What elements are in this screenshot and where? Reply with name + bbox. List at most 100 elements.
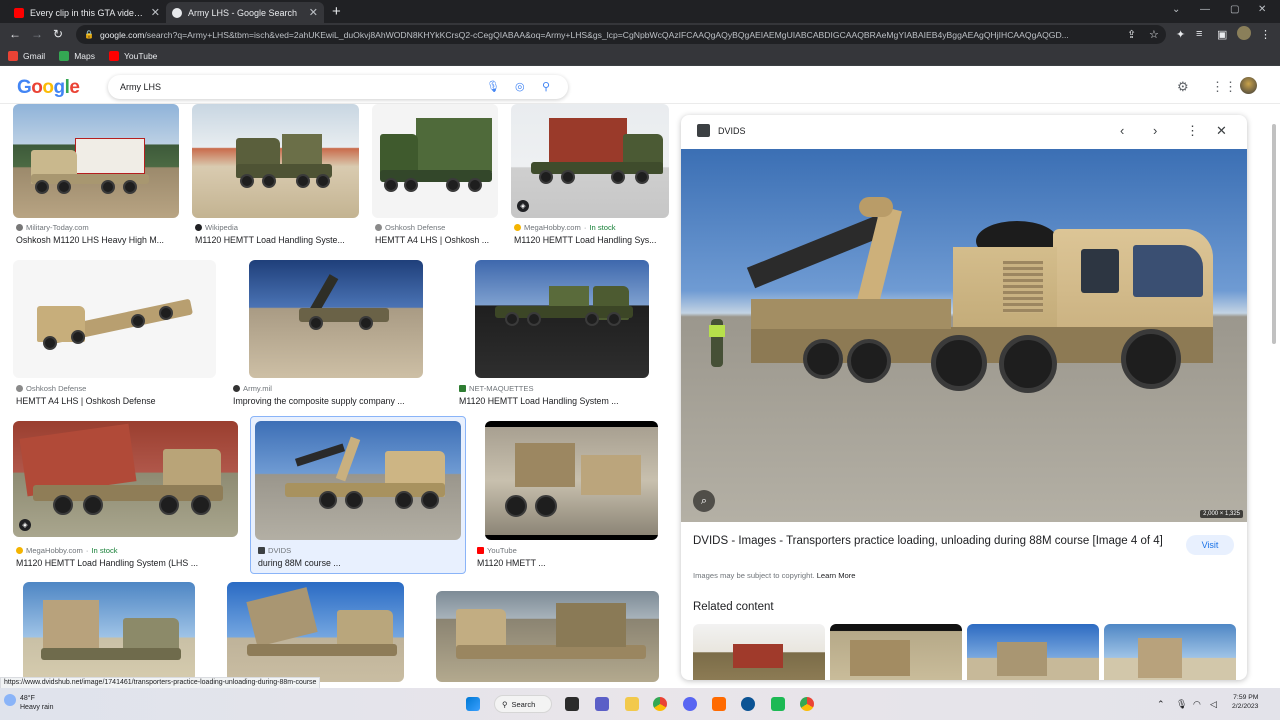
file-explorer-icon[interactable] bbox=[625, 697, 639, 711]
microphone-icon[interactable]: 🎙 bbox=[486, 80, 500, 93]
tray-chevron-icon[interactable]: ⌃ bbox=[1157, 699, 1165, 710]
humvee-shape bbox=[549, 286, 589, 308]
app-icon[interactable] bbox=[741, 697, 755, 711]
result-title[interactable]: M1120 HEMTT Load Handling Syste... bbox=[195, 235, 360, 245]
menu-kebab-icon[interactable]: ⋮ bbox=[1260, 28, 1271, 41]
discord-icon[interactable] bbox=[683, 697, 697, 711]
scrollbar-thumb[interactable] bbox=[1272, 124, 1276, 344]
visit-button[interactable]: Visit bbox=[1186, 535, 1234, 555]
taskbar-search-button[interactable]: ⚲ Search bbox=[494, 695, 552, 713]
result-source[interactable]: Oshkosh Defense bbox=[16, 384, 86, 393]
result-image[interactable]: ◈ bbox=[13, 421, 238, 537]
google-logo[interactable]: Google bbox=[17, 77, 80, 99]
wheel-shape bbox=[159, 306, 173, 320]
result-source[interactable]: Wikipedia bbox=[195, 223, 238, 232]
windows-start-icon[interactable] bbox=[466, 697, 480, 711]
teams-chat-icon[interactable] bbox=[595, 697, 609, 711]
close-tab-icon[interactable]: ✕ bbox=[309, 6, 318, 19]
profile-avatar[interactable] bbox=[1237, 26, 1251, 40]
result-source[interactable]: YouTube bbox=[477, 546, 517, 555]
result-title[interactable]: HEMTT A4 LHS | Oshkosh ... bbox=[375, 235, 501, 245]
result-title[interactable]: HEMTT A4 LHS | Oshkosh Defense bbox=[16, 396, 216, 406]
bookmark-youtube[interactable]: YouTube bbox=[109, 50, 158, 61]
related-image[interactable] bbox=[1104, 624, 1236, 680]
brave-icon[interactable] bbox=[712, 697, 726, 711]
back-icon[interactable]: ← bbox=[9, 27, 21, 41]
address-bar[interactable]: 🔒 google.com/search?q=Army+LHS&tbm=isch&… bbox=[76, 25, 1166, 44]
close-panel-icon[interactable]: ✕ bbox=[1216, 123, 1227, 139]
page-scrollbar[interactable] bbox=[1270, 104, 1278, 688]
related-image[interactable] bbox=[967, 624, 1099, 680]
reload-icon[interactable]: ↻ bbox=[53, 27, 63, 41]
result-source[interactable]: Oshkosh Defense bbox=[375, 223, 445, 232]
result-title[interactable]: M1120 HEMTT Load Handling Sys... bbox=[514, 235, 666, 245]
result-image[interactable] bbox=[436, 591, 659, 682]
task-view-icon[interactable] bbox=[565, 697, 579, 711]
result-source[interactable]: Army.mil bbox=[233, 384, 272, 393]
volume-icon[interactable]: ◁ bbox=[1210, 699, 1217, 710]
new-tab-icon[interactable]: + bbox=[332, 3, 341, 20]
account-avatar[interactable] bbox=[1240, 77, 1257, 94]
panel-source[interactable]: DVIDS bbox=[697, 124, 746, 137]
related-image[interactable] bbox=[693, 624, 825, 680]
camera-lens-icon[interactable]: ◎ bbox=[515, 80, 525, 93]
media-icon[interactable]: ≡ bbox=[1196, 28, 1202, 40]
forward-icon[interactable]: → bbox=[31, 27, 43, 41]
chevron-down-icon[interactable]: ⌄ bbox=[1172, 4, 1180, 15]
bookmark-gmail[interactable]: Gmail bbox=[8, 50, 45, 61]
result-title[interactable]: Improving the composite supply company .… bbox=[233, 396, 428, 406]
chrome-icon[interactable] bbox=[653, 697, 667, 711]
tab-google-search[interactable]: Army LHS - Google Search ✕ bbox=[166, 2, 324, 23]
search-icon[interactable]: ⚲ bbox=[542, 80, 550, 93]
tab-youtube[interactable]: Every clip in this GTA video is hi ✕ bbox=[8, 2, 166, 23]
result-image[interactable] bbox=[23, 582, 195, 682]
result-image[interactable] bbox=[372, 104, 498, 218]
wifi-icon[interactable]: ◠ bbox=[1193, 699, 1201, 710]
preview-image[interactable]: ⌕ 2,000 × 1,325 bbox=[681, 149, 1247, 522]
tray-mic-icon[interactable]: 🎙 bbox=[1176, 699, 1187, 710]
learn-more-link[interactable]: Learn More bbox=[817, 571, 856, 580]
maximize-icon[interactable]: ▢ bbox=[1230, 4, 1239, 15]
lens-search-icon[interactable]: ⌕ bbox=[693, 490, 715, 512]
related-image[interactable] bbox=[830, 624, 962, 680]
result-source[interactable]: MegaHobby.com · In stock bbox=[514, 223, 616, 232]
share-icon[interactable]: ⇪ bbox=[1127, 28, 1136, 41]
result-image[interactable] bbox=[249, 260, 423, 378]
minimize-icon[interactable]: — bbox=[1200, 4, 1210, 15]
rain-cloud-icon[interactable] bbox=[4, 694, 16, 706]
result-image[interactable]: ◈ bbox=[511, 104, 669, 218]
result-title[interactable]: M1120 HEMTT Load Handling System ... bbox=[459, 396, 654, 406]
result-image[interactable] bbox=[13, 104, 179, 218]
result-title[interactable]: M1120 HMETT ... bbox=[477, 558, 657, 568]
result-title[interactable]: during 88M course ... bbox=[258, 558, 458, 568]
weather-widget[interactable]: 48°F Heavy rain bbox=[20, 694, 53, 712]
active-app-icon[interactable] bbox=[771, 697, 785, 711]
result-image[interactable] bbox=[255, 421, 461, 540]
side-panel-icon[interactable]: ▣ bbox=[1217, 28, 1227, 41]
result-image[interactable] bbox=[192, 104, 359, 218]
bookmark-label: YouTube bbox=[124, 50, 158, 61]
close-tab-icon[interactable]: ✕ bbox=[151, 6, 160, 19]
bookmark-star-icon[interactable]: ☆ bbox=[1149, 28, 1159, 41]
result-source[interactable]: MegaHobby.com · In stock bbox=[16, 546, 118, 555]
result-source[interactable]: NET-MAQUETTES bbox=[459, 384, 534, 393]
chrome-canary-icon[interactable] bbox=[800, 697, 814, 711]
result-source[interactable]: Military-Today.com bbox=[16, 223, 89, 232]
system-clock[interactable]: 7:59 PM 2/2/2023 bbox=[1232, 693, 1258, 711]
settings-gear-icon[interactable]: ⚙ bbox=[1177, 79, 1189, 95]
apps-grid-icon[interactable]: ⋮⋮ bbox=[1211, 79, 1237, 95]
result-image[interactable] bbox=[13, 260, 216, 378]
result-title[interactable]: Oshkosh M1120 LHS Heavy High M... bbox=[16, 235, 186, 245]
preview-title[interactable]: DVIDS - Images - Transporters practice l… bbox=[693, 533, 1173, 549]
result-title[interactable]: M1120 HEMTT Load Handling System (LHS ..… bbox=[16, 558, 226, 568]
result-image[interactable] bbox=[227, 582, 404, 682]
previous-icon[interactable]: ‹ bbox=[1120, 123, 1124, 138]
close-window-icon[interactable]: ✕ bbox=[1258, 4, 1266, 15]
next-icon[interactable]: › bbox=[1153, 123, 1157, 138]
bookmark-maps[interactable]: Maps bbox=[59, 50, 95, 61]
extensions-icon[interactable]: ✦ bbox=[1176, 28, 1185, 41]
result-image[interactable] bbox=[485, 421, 658, 540]
more-options-icon[interactable]: ⋮ bbox=[1186, 123, 1199, 139]
result-image[interactable] bbox=[475, 260, 649, 378]
result-source[interactable]: DVIDS bbox=[258, 546, 291, 555]
